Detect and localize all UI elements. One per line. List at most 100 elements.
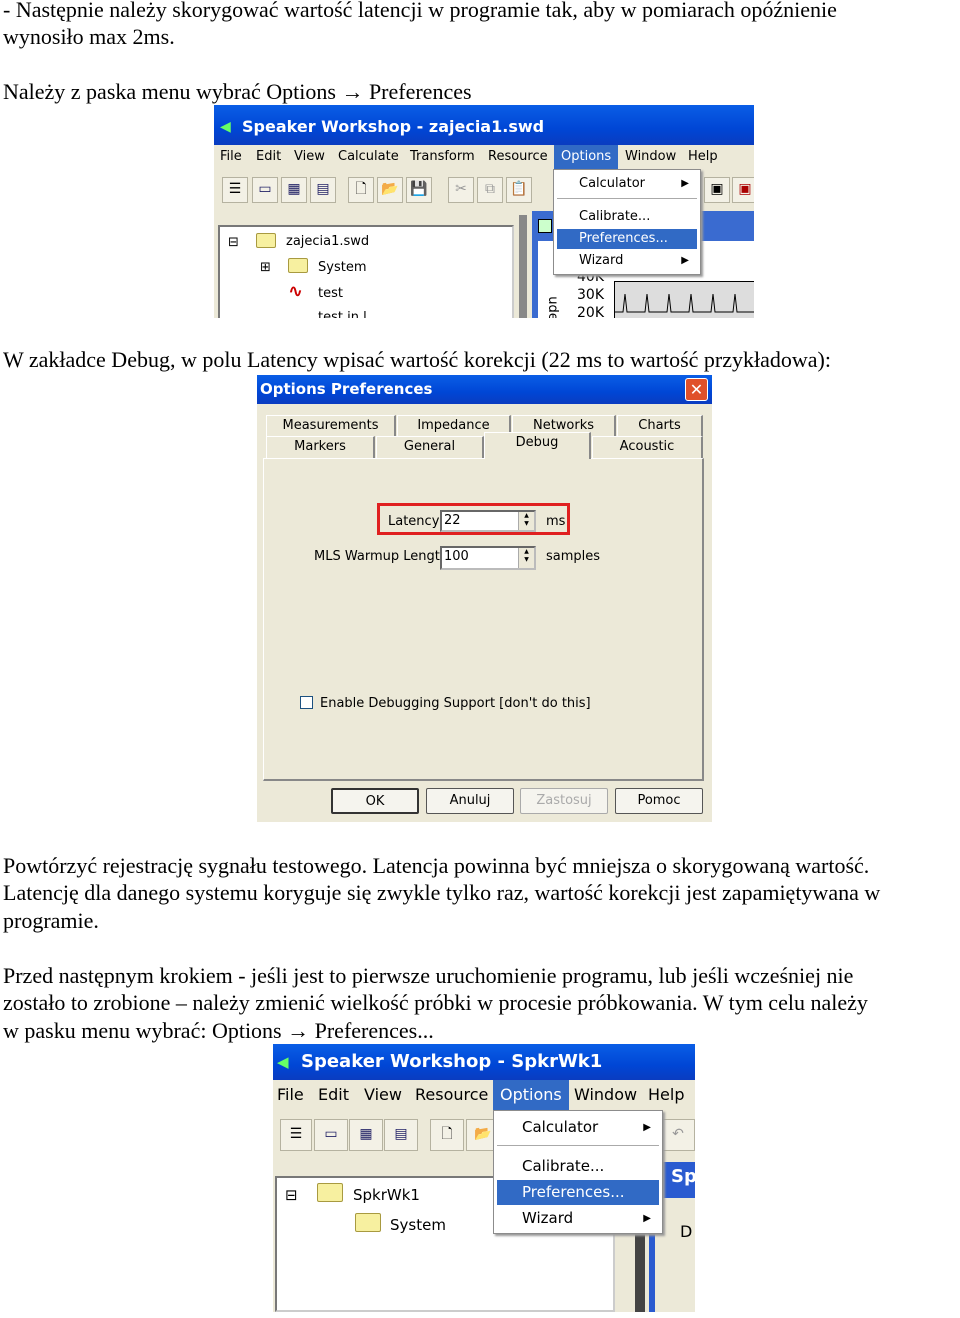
grid-icon[interactable]: ▦ [281, 177, 307, 203]
menu-options[interactable]: Options [493, 1080, 569, 1110]
menu-help[interactable]: Help [688, 145, 718, 169]
title-text: Speaker Workshop - SpkrWk1 [301, 1051, 603, 1072]
tree-item-test-in[interactable]: test in l [318, 310, 367, 318]
cut-icon[interactable]: ✂ [448, 177, 474, 203]
copy-icon[interactable]: ⧉ [477, 177, 503, 203]
paragraph-line: programie. [3, 908, 99, 933]
menu-view[interactable]: View [294, 145, 325, 169]
folder-icon [317, 1183, 343, 1206]
menu-edit[interactable]: Edit [318, 1080, 349, 1110]
panel-icon[interactable]: ▤ [384, 1119, 418, 1151]
axis-tick: 30K [577, 287, 604, 303]
menu-help[interactable]: Help [648, 1080, 684, 1110]
save-icon[interactable]: 💾 [406, 177, 432, 203]
submenu-arrow-icon: ▶ [643, 1122, 651, 1133]
close-icon[interactable]: ✕ [685, 378, 708, 401]
tree-item-project[interactable]: SpkrWk1 [353, 1186, 420, 1204]
tree-view-icon[interactable]: ☰ [222, 177, 248, 203]
new-file-icon[interactable]: 🗋 [430, 1119, 464, 1151]
menu-transform[interactable]: Transform [410, 145, 475, 169]
menu-window[interactable]: Window [574, 1080, 637, 1110]
options-dropdown: Calculator ▶ Calibrate... Preferences... … [553, 169, 701, 275]
paragraph-line: wynosiło max 2ms. [3, 24, 175, 49]
menu-item-calculator[interactable]: Calculator ▶ [557, 174, 697, 194]
tab-debug[interactable]: Debug [484, 432, 591, 459]
open-folder-icon[interactable]: 📂 [377, 177, 403, 203]
expand-icon[interactable]: ⊞ [260, 260, 271, 275]
tab-measurements[interactable]: Measurements [266, 415, 396, 437]
menu-window[interactable]: Window [625, 145, 676, 169]
help-button[interactable]: Pomoc [615, 788, 703, 814]
new-file-icon[interactable]: 🗋 [348, 177, 374, 203]
menu-item-preferences[interactable]: Preferences... [497, 1180, 659, 1205]
tree-item-test[interactable]: test [318, 286, 343, 301]
paragraph: W zakładce Debug, w polu Latency wpisać … [3, 347, 831, 372]
chart-window-icon [538, 219, 552, 233]
menu-item-preferences[interactable]: Preferences... [557, 229, 697, 249]
tree-view-icon[interactable]: ☰ [280, 1119, 312, 1151]
panel-icon[interactable]: ▤ [310, 177, 336, 203]
latency-unit: ms [546, 514, 566, 529]
menu-item-wizard[interactable]: Wizard ▶ [497, 1206, 659, 1231]
paragraph: Należy z paska menu wybrać Options → Pre… [3, 79, 472, 104]
group-label: D [680, 1222, 693, 1241]
chart-icon[interactable]: ▣ [732, 177, 754, 203]
title-text: Speaker Workshop - zajecia1.swd [242, 117, 545, 136]
paste-icon[interactable]: 📋 [506, 177, 532, 203]
project-tree: ⊟ zajecia1.swd ⊞ System ∿ test test in l [218, 225, 514, 318]
collapse-icon[interactable]: ⊟ [228, 235, 239, 250]
menu-resource[interactable]: Resource [415, 1080, 488, 1110]
splitter[interactable] [519, 215, 527, 318]
menu-file[interactable]: File [277, 1080, 304, 1110]
window-title: Speaker Workshop - SpkrWk1 [273, 1044, 695, 1080]
undo-icon[interactable]: ↶ [661, 1119, 695, 1151]
save-chart-icon[interactable]: ▣ [704, 177, 730, 203]
latency-label: Latency [388, 514, 440, 529]
menu-view[interactable]: View [364, 1080, 402, 1110]
paragraph-line: Przed następnym krokiem - jeśli jest to … [3, 963, 854, 988]
view-icon[interactable]: ▭ [252, 177, 278, 203]
menu-edit[interactable]: Edit [256, 145, 281, 169]
collapse-icon[interactable]: ⊟ [285, 1186, 298, 1204]
menu-bar: File Edit View Resource Options Window H… [273, 1080, 695, 1110]
paragraph-line: zostało to zrobione – należy zmienić wie… [3, 990, 868, 1015]
tree-item-system[interactable]: System [318, 260, 366, 275]
dialog-title-text: Options Preferences [260, 380, 433, 398]
menu-item-wizard[interactable]: Wizard ▶ [557, 251, 697, 271]
debug-checkbox[interactable] [300, 696, 313, 709]
options-preferences-dialog: Options Preferences ✕ Measurements Imped… [257, 375, 712, 822]
ok-button[interactable]: OK [331, 788, 419, 814]
options-dropdown: Calculator ▶ Calibrate... Preferences... … [493, 1110, 663, 1234]
menu-item-calibrate[interactable]: Calibrate... [497, 1154, 659, 1179]
menu-options[interactable]: Options [554, 145, 619, 169]
tree-item-project[interactable]: zajecia1.swd [286, 234, 369, 249]
submenu-arrow-icon: ▶ [681, 255, 689, 266]
paragraph-line: Powtórzyć rejestrację sygnału testowego.… [3, 853, 870, 878]
mls-input[interactable]: 100 ▲ ▼ [440, 546, 536, 570]
chart-plot [614, 281, 754, 318]
latency-spinner[interactable]: ▲ ▼ [518, 512, 534, 530]
axis-tick: 20K [577, 305, 604, 318]
cancel-button[interactable]: Anuluj [426, 788, 514, 814]
menu-resource[interactable]: Resource [488, 145, 548, 169]
tab-charts[interactable]: Charts [617, 415, 703, 437]
screenshot-options-menu-2: Speaker Workshop - SpkrWk1 ◀ File Edit V… [273, 1044, 695, 1312]
screenshot-options-menu: Speaker Workshop - zajecia1.swd ◀ File E… [214, 105, 754, 318]
latency-input[interactable]: 22 ▲ ▼ [440, 510, 536, 532]
tab-acoustic[interactable]: Acoustic [592, 436, 703, 458]
tab-markers[interactable]: Markers [266, 436, 375, 458]
grid-icon[interactable]: ▦ [349, 1119, 383, 1151]
menu-calculate[interactable]: Calculate [338, 145, 399, 169]
submenu-arrow-icon: ▶ [681, 178, 689, 189]
debug-checkbox-label[interactable]: Enable Debugging Support [don't do this] [320, 696, 591, 711]
menu-item-calculator[interactable]: Calculator ▶ [497, 1115, 659, 1140]
tree-item-system[interactable]: System [390, 1216, 446, 1234]
menu-file[interactable]: File [220, 145, 242, 169]
app-icon: ◀ [220, 120, 231, 135]
tab-general[interactable]: General [376, 436, 484, 458]
apply-button[interactable]: Zastosuj [520, 788, 608, 814]
waveform [615, 293, 754, 313]
view-icon[interactable]: ▭ [314, 1119, 348, 1151]
menu-item-calibrate[interactable]: Calibrate... [557, 207, 697, 227]
mls-spinner[interactable]: ▲ ▼ [518, 548, 534, 568]
